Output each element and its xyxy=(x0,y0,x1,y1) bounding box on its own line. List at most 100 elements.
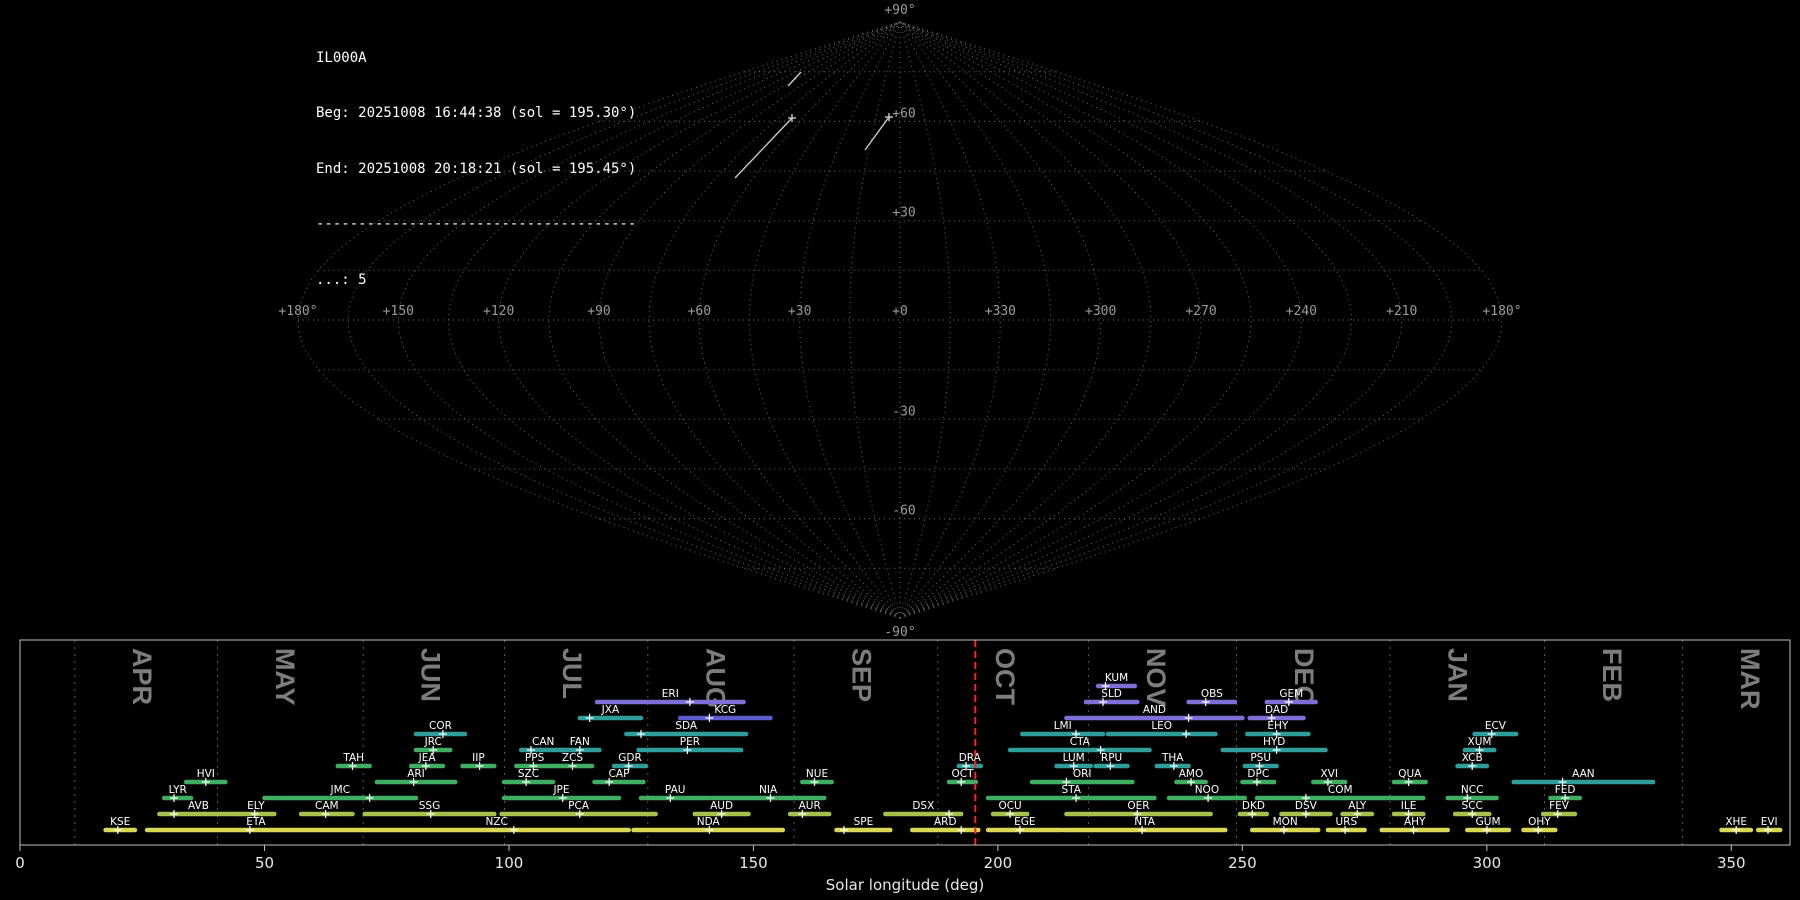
month-label: NOV xyxy=(1141,648,1171,707)
shower-code-label: OCU xyxy=(998,800,1021,812)
meteor-trail xyxy=(734,117,793,179)
shower-SPE: SPE xyxy=(834,816,893,834)
month-label: APR xyxy=(127,648,157,705)
shower-code-label: FEV xyxy=(1549,800,1570,812)
shower-NOO: NOO xyxy=(1166,784,1248,802)
shower-code-label: DSV xyxy=(1295,800,1318,812)
shower-code-label: ILE xyxy=(1401,800,1417,812)
x-tick-label: 250 xyxy=(1228,854,1257,872)
shower-code-label: PCA xyxy=(568,800,590,812)
shower-code-label: KCG xyxy=(714,704,736,716)
shower-code-label: NZC xyxy=(486,816,508,828)
lat-label: +30 xyxy=(892,206,915,221)
shower-code-label: QUA xyxy=(1398,768,1422,780)
shower-EGE: EGE xyxy=(985,816,1064,834)
shower-code-label: URS xyxy=(1335,816,1357,828)
shower-code-label: ERI xyxy=(662,688,679,700)
lon-label: +300 xyxy=(1085,304,1116,319)
x-axis-title: Solar longitude (deg) xyxy=(826,876,984,894)
shower-AHY: AHY xyxy=(1379,816,1450,834)
shower-code-label: JXA xyxy=(601,704,620,716)
shower-code-label: LUM xyxy=(1063,752,1085,764)
lat-label: +60 xyxy=(892,106,915,121)
x-tick-label: 0 xyxy=(15,854,25,872)
shower-code-label: CAN xyxy=(532,736,554,748)
shower-SSG: SSG xyxy=(362,800,497,818)
shower-code-label: ZCS xyxy=(562,752,584,764)
x-tick-label: 300 xyxy=(1473,854,1502,872)
shower-code-label: NIA xyxy=(759,784,778,796)
pole-bottom-label: -90° xyxy=(884,625,915,640)
shower-code-label: EHY xyxy=(1267,720,1289,732)
shower-code-label: OCT xyxy=(951,768,974,780)
meteor-trail xyxy=(864,116,890,151)
shower-code-label: PSU xyxy=(1250,752,1271,764)
month-label: MAR xyxy=(1735,648,1765,710)
shower-code-label: CAP xyxy=(609,768,630,780)
x-tick-label: 200 xyxy=(984,854,1013,872)
shower-code-label: NTA xyxy=(1134,816,1155,828)
month-label: MAY xyxy=(270,648,300,706)
lon-label: +60 xyxy=(688,304,711,319)
shower-code-label: COM xyxy=(1328,784,1353,796)
shower-code-label: GUM xyxy=(1476,816,1501,828)
shower-AVB: AVB xyxy=(157,800,240,818)
shower-code-label: DAD xyxy=(1265,704,1288,716)
shower-code-label: FED xyxy=(1555,784,1576,796)
shower-OHY: OHY xyxy=(1521,816,1558,834)
shower-code-label: XVI xyxy=(1320,768,1337,780)
shower-code-label: GDR xyxy=(618,752,642,764)
timeline-chart: APR MAY JUN JUL AUG SEP OCT NOV DEC JAN FEB MARKUME… xyxy=(15,639,1791,894)
shower-code-label: MON xyxy=(1273,816,1298,828)
shower-code-label: SPE xyxy=(854,816,874,828)
shower-CAP: CAP xyxy=(592,768,646,786)
month-label: FEB xyxy=(1597,648,1627,702)
shower-NTA: NTA xyxy=(1061,816,1228,834)
shower-MON: MON xyxy=(1249,816,1321,834)
lon-label: +180° xyxy=(1482,304,1521,319)
shower-code-label: ALY xyxy=(1348,800,1367,812)
header-separator: -------------------------------------- xyxy=(316,216,637,233)
shower-IIP: IIP xyxy=(460,752,497,770)
shower-HYD: HYD xyxy=(1220,736,1328,754)
shower-code-label: ORI xyxy=(1073,768,1092,780)
shower-code-label: PAU xyxy=(665,784,686,796)
shower-code-label: EGE xyxy=(1014,816,1035,828)
shower-ETA: ETA xyxy=(144,816,367,834)
shower-LMI: LMI xyxy=(1020,720,1106,738)
shower-code-label: DPC xyxy=(1247,768,1269,780)
shower-code-label: JPE xyxy=(552,784,569,796)
shower-code-label: DRA xyxy=(959,752,982,764)
shower-code-label: LYR xyxy=(169,784,187,796)
begin-time-line: Beg: 20251008 16:44:38 (sol = 195.30°) xyxy=(316,105,637,122)
shower-NUE: NUE xyxy=(800,768,834,786)
station-code: IL000A xyxy=(316,49,367,66)
shower-GUM: GUM xyxy=(1465,816,1512,834)
lon-label: +30 xyxy=(788,304,811,319)
shower-AAN: AAN xyxy=(1511,768,1656,786)
shower-LEO: LEO xyxy=(1105,720,1218,738)
x-tick-label: 350 xyxy=(1717,854,1746,872)
shower-code-label: JRC xyxy=(424,736,442,748)
shower-code-label: AAN xyxy=(1572,768,1595,780)
x-tick-label: 150 xyxy=(739,854,768,872)
shower-code-label: DKD xyxy=(1242,800,1265,812)
shower-code-label: ECV xyxy=(1485,720,1507,732)
month-label: OCT xyxy=(990,648,1020,705)
pole-top-label: +90° xyxy=(884,3,915,18)
shower-code-label: SDA xyxy=(675,720,698,732)
shower-code-label: AMO xyxy=(1179,768,1204,780)
shower-bars: KUM ERI SLD OBS GEM JXA KCG AND DAD COR SDA LMI LEO E… xyxy=(103,672,1783,834)
shower-HVI: HVI xyxy=(183,768,228,786)
shower-code-label: COR xyxy=(429,720,452,732)
shower-code-label: SZC xyxy=(518,768,539,780)
lat-label: -60 xyxy=(892,504,915,519)
shower-JMC: JMC xyxy=(262,784,419,802)
shower-code-label: ARI xyxy=(407,768,425,780)
shower-code-label: SCC xyxy=(1462,800,1483,812)
shower-code-label: NDA xyxy=(697,816,721,828)
shower-code-label: STA xyxy=(1061,784,1081,796)
shower-code-label: NCC xyxy=(1461,784,1484,796)
shower-TAH: TAH xyxy=(335,752,372,770)
shower-code-label: HYD xyxy=(1263,736,1285,748)
